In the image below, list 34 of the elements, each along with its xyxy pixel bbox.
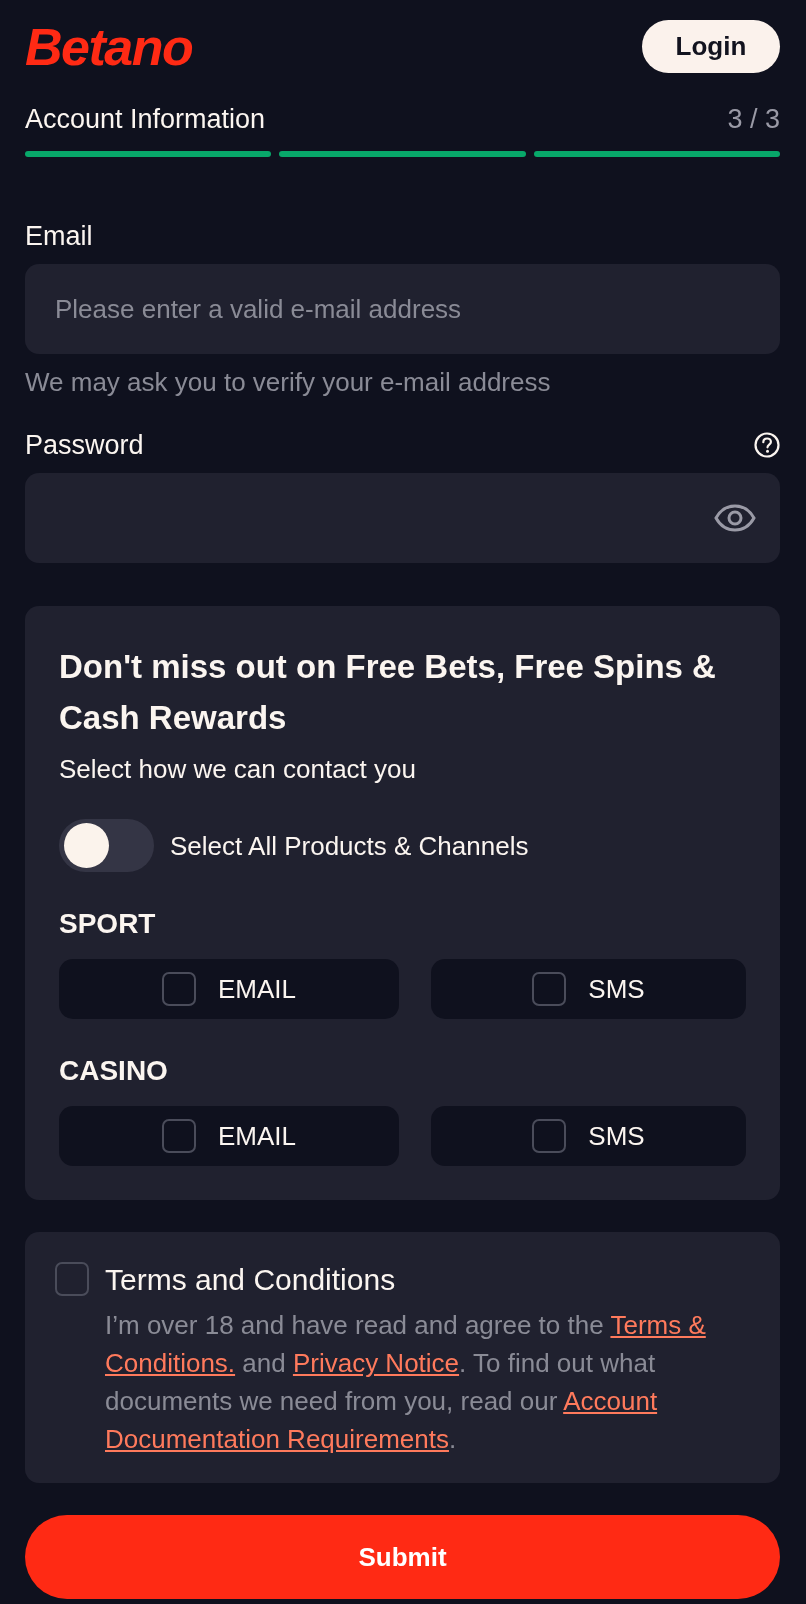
login-button[interactable]: Login: [642, 20, 780, 73]
step-counter: 3 / 3: [727, 104, 780, 134]
logo: Betano: [25, 20, 193, 73]
link[interactable]: Account: [563, 1386, 658, 1416]
channel-option[interactable]: SMS: [431, 1106, 746, 1166]
channel-option[interactable]: SMS: [431, 959, 746, 1019]
field-label: Email: [25, 220, 93, 252]
checkbox[interactable]: [532, 972, 567, 1006]
submit-button[interactable]: Submit: [25, 1515, 780, 1599]
password-field[interactable]: [25, 473, 780, 563]
email-field[interactable]: Please enter a valid e-mail address: [25, 264, 780, 354]
field-hint: We may ask you to verify your e-mail address: [25, 367, 552, 397]
help-icon[interactable]: [754, 432, 780, 458]
channel-option[interactable]: EMAIL: [59, 1106, 399, 1166]
checkbox[interactable]: [55, 1262, 89, 1296]
checkbox[interactable]: [532, 1119, 567, 1153]
toggle-label: Select All Products & Channels: [170, 830, 529, 861]
checkbox[interactable]: [162, 972, 196, 1006]
eye-icon[interactable]: [714, 504, 756, 532]
toggle-switch[interactable]: [59, 819, 154, 872]
group-title: SPORT: [59, 908, 157, 940]
link[interactable]: Conditions.: [105, 1348, 236, 1378]
promo-subtitle: Select how we can contact you: [59, 754, 417, 784]
link[interactable]: Terms &: [610, 1310, 706, 1340]
field-label: Password: [25, 429, 144, 461]
step-title: Account Information: [25, 104, 266, 134]
group-title: CASINO: [59, 1055, 169, 1087]
terms-title: Terms and Conditions: [105, 1262, 397, 1298]
link[interactable]: Documentation Requirements: [105, 1424, 449, 1454]
link[interactable]: Privacy Notice: [292, 1348, 460, 1378]
terms-text: I’m over 18 and have read and agree to the Terms & Conditions. and Privacy Notice. To find out what documents we need from you, read our Account Documentation Requirements.: [105, 1309, 707, 1456]
promo-title: Don't miss out on Free Bets, Free Spins & Cash Rewards: [59, 647, 717, 738]
checkbox[interactable]: [162, 1119, 196, 1153]
channel-option[interactable]: EMAIL: [59, 959, 399, 1019]
